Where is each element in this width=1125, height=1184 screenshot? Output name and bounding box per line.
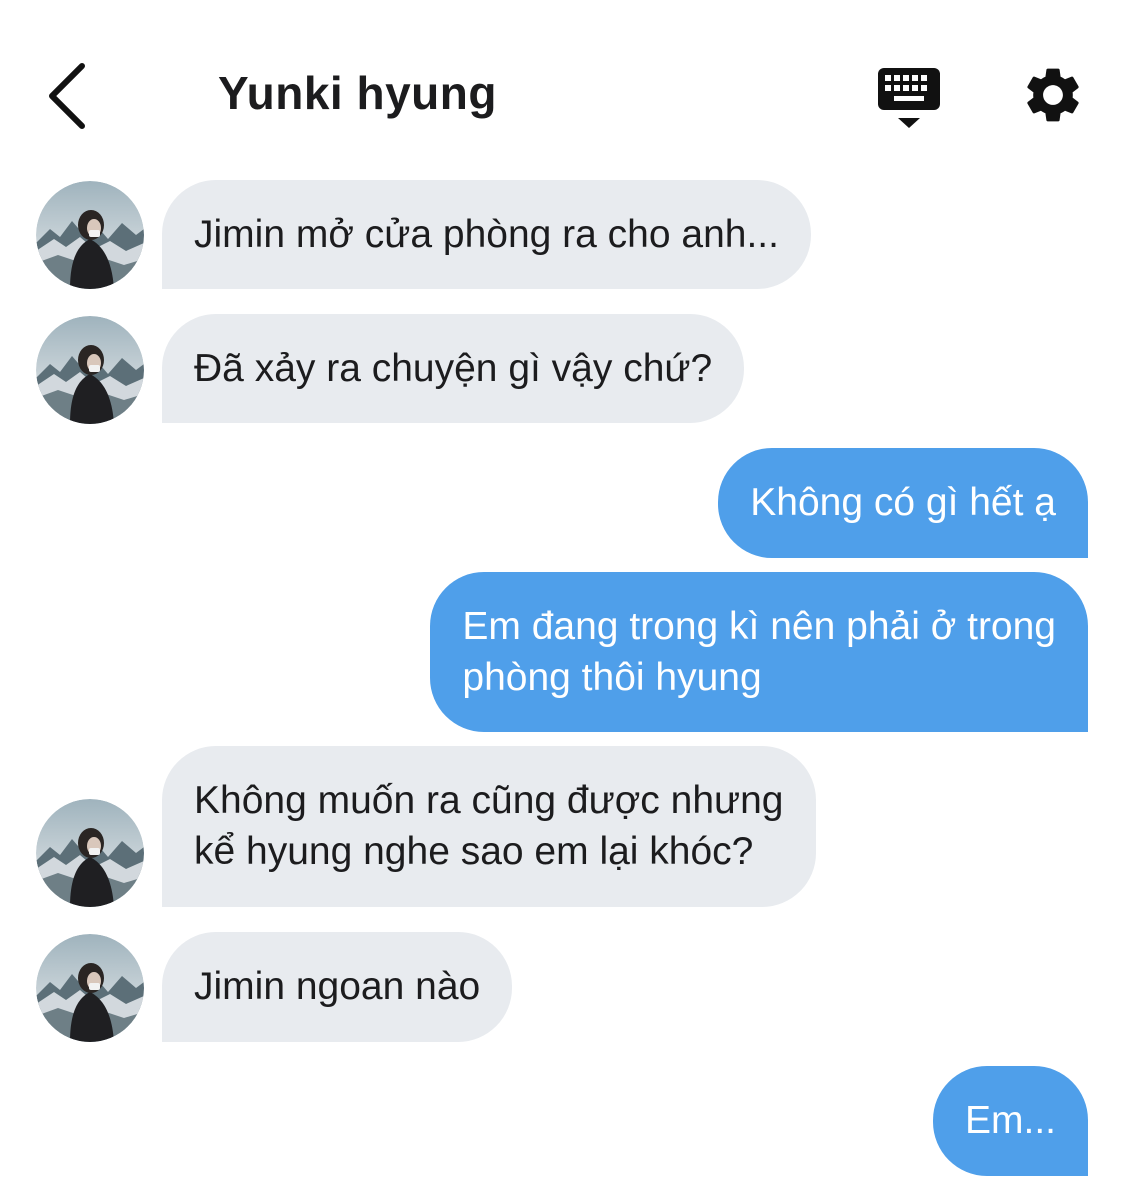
message-text: Em... bbox=[964, 1099, 1056, 1142]
avatar-image bbox=[36, 934, 144, 1042]
avatar[interactable] bbox=[36, 799, 144, 907]
avatar-image bbox=[36, 799, 144, 907]
avatar-image bbox=[36, 181, 144, 289]
outgoing-message-bubble[interactable]: Em đang trong kì nên phải ở trong phòng … bbox=[430, 572, 1088, 732]
message-text: Không có gì hết ạ bbox=[750, 481, 1056, 524]
message-list[interactable]: Jimin mở cửa phòng ra cho anh... Đã xảy … bbox=[0, 0, 1125, 1184]
incoming-message-bubble[interactable]: Jimin mở cửa phòng ra cho anh... bbox=[162, 180, 811, 289]
message-text-line: Không muốn ra cũng được nhưng bbox=[194, 779, 784, 822]
outgoing-message-bubble[interactable]: Em... bbox=[932, 1066, 1088, 1176]
message-text: Đã xảy ra chuyện gì vậy chứ? bbox=[194, 347, 713, 390]
avatar-image bbox=[36, 316, 144, 424]
message-text: Jimin mở cửa phòng ra cho anh... bbox=[194, 213, 779, 256]
avatar[interactable] bbox=[36, 316, 144, 424]
incoming-message-bubble[interactable]: Không muốn ra cũng được nhưng kể hyung n… bbox=[162, 746, 816, 907]
outgoing-message-bubble[interactable]: Không có gì hết ạ bbox=[718, 448, 1088, 558]
incoming-message-bubble[interactable]: Đã xảy ra chuyện gì vậy chứ? bbox=[162, 314, 745, 423]
message-text-line: kể hyung nghe sao em lại khóc? bbox=[194, 830, 754, 873]
avatar[interactable] bbox=[36, 934, 144, 1042]
message-text-line: phòng thôi hyung bbox=[462, 656, 762, 699]
avatar[interactable] bbox=[36, 181, 144, 289]
message-text: Jimin ngoan nào bbox=[194, 965, 481, 1008]
incoming-message-bubble[interactable]: Jimin ngoan nào bbox=[162, 932, 513, 1042]
message-text-line: Em đang trong kì nên phải ở trong bbox=[462, 605, 1056, 648]
